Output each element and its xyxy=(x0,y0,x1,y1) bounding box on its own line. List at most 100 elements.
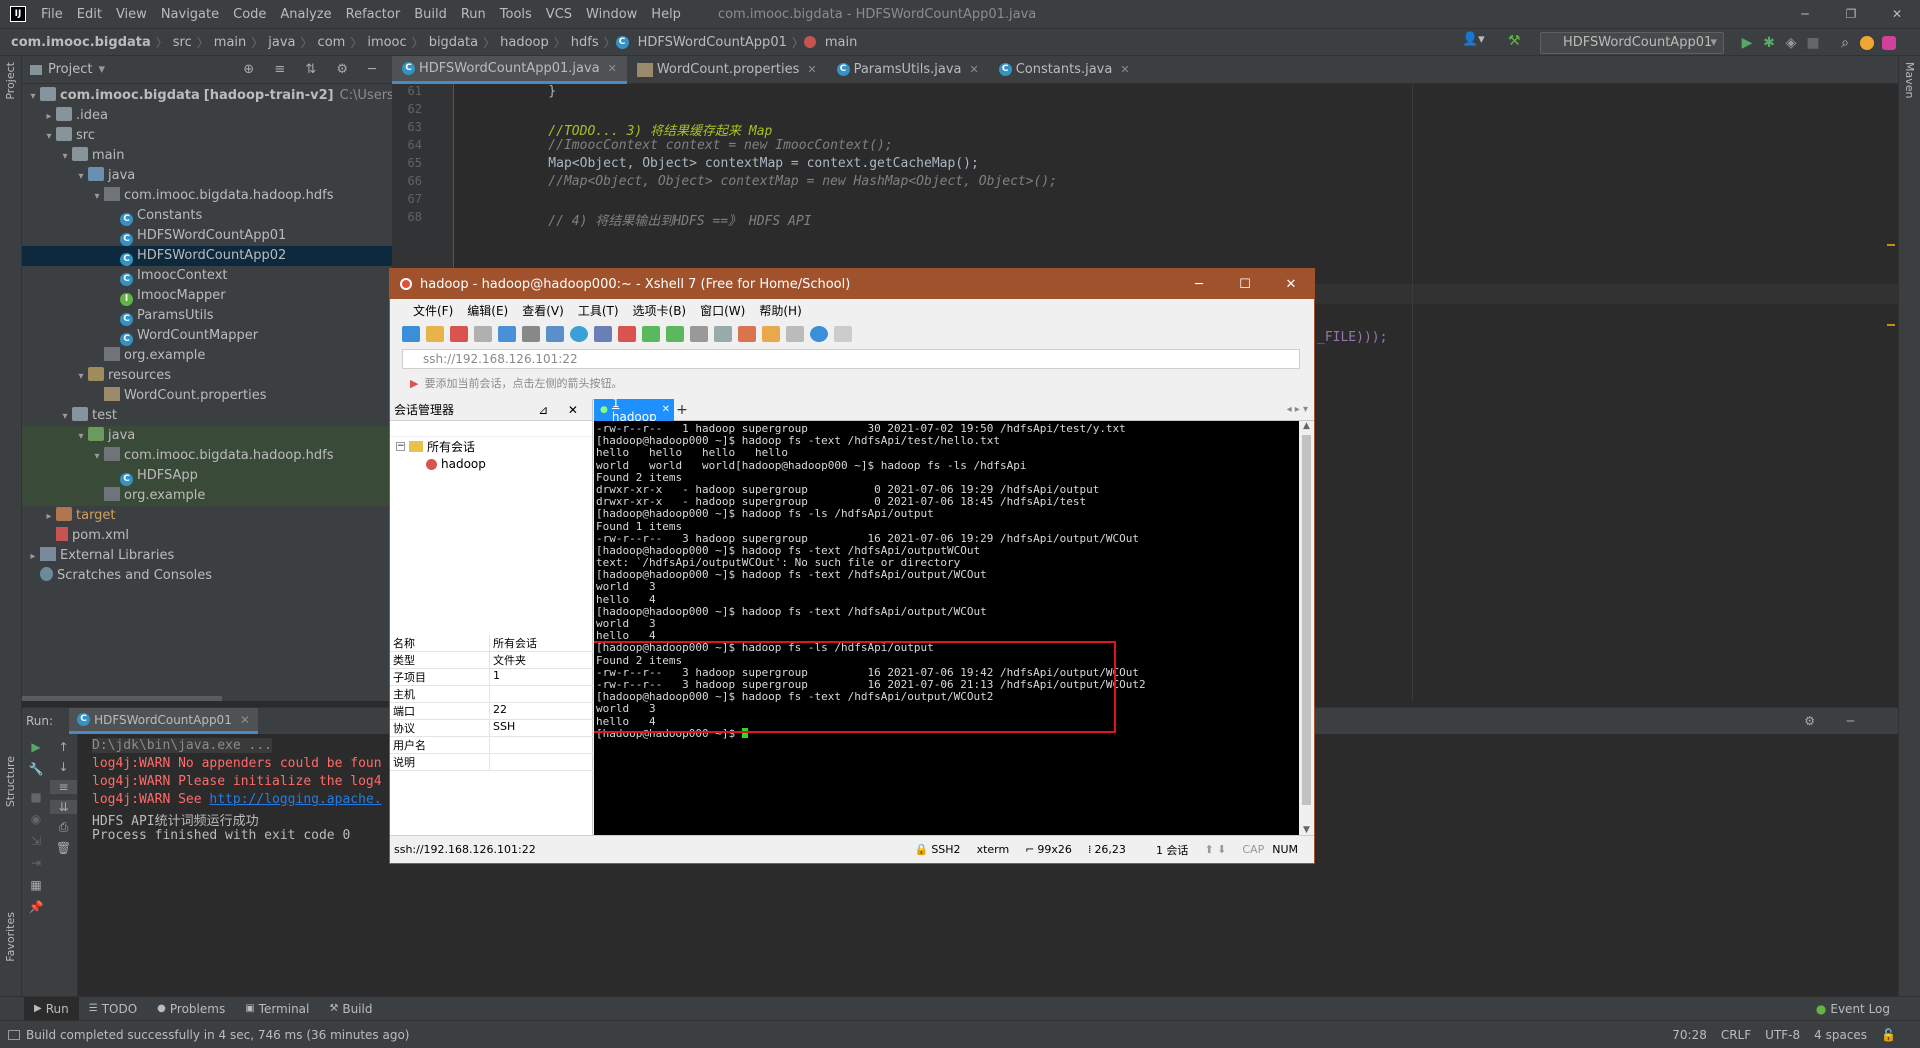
editor-tab[interactable]: C ParamsUtils.java ✕ xyxy=(827,56,989,84)
xshell-title-bar[interactable]: hadoop - hadoop@hadoop000:~ - Xshell 7 (… xyxy=(390,269,1314,299)
help-icon[interactable] xyxy=(810,326,828,342)
breadcrumb-item[interactable]: main xyxy=(820,35,862,50)
expand-arrow-icon[interactable]: ▾ xyxy=(42,127,56,147)
session-manager-controls[interactable]: ⊿ ✕ xyxy=(538,403,586,417)
lock-icon[interactable]: 🔓 xyxy=(1881,1028,1896,1042)
menu-item-navigate[interactable]: Navigate xyxy=(154,7,226,22)
tree-item[interactable]: ▾ main xyxy=(22,146,392,166)
run-tab[interactable]: C HDFSWordCountApp01 ✕ xyxy=(69,708,258,734)
tree-item[interactable]: ▸ External Libraries xyxy=(22,546,392,566)
layout-icon[interactable] xyxy=(546,326,564,342)
xshell-menu-item[interactable]: 选项卡(B) xyxy=(626,302,694,319)
scrollbar-thumb[interactable] xyxy=(1302,435,1311,805)
collapse-icon[interactable]: − xyxy=(396,441,405,451)
expand-arrow-icon[interactable]: ▾ xyxy=(58,407,72,427)
horizontal-scrollbar[interactable] xyxy=(22,696,222,701)
minimize-icon[interactable]: ─ xyxy=(1176,277,1222,292)
close-icon[interactable]: ✕ xyxy=(1874,7,1920,21)
tree-item[interactable]: org.example xyxy=(22,486,392,506)
print-icon[interactable]: ⎙ xyxy=(50,820,77,835)
xshell-menu-item[interactable]: 工具(T) xyxy=(571,302,626,319)
camera-icon[interactable]: ◉ xyxy=(22,812,50,826)
xshell-icon[interactable] xyxy=(618,326,636,342)
tree-item[interactable]: ▾ com.imooc.bigdata.hadoop.hdfs xyxy=(22,186,392,206)
soft-wrap-icon[interactable]: ≡ xyxy=(50,780,77,794)
expand-arrow-icon[interactable]: ▾ xyxy=(90,187,104,207)
tree-item[interactable]: ▾ java xyxy=(22,426,392,446)
globe-icon[interactable] xyxy=(570,326,588,342)
breadcrumb-item[interactable]: hadoop xyxy=(495,35,554,50)
session-search-input[interactable] xyxy=(390,421,592,437)
new-tab-icon[interactable] xyxy=(498,326,516,342)
project-panel-title[interactable]: Project xyxy=(48,62,92,77)
session-item[interactable]: hadoop xyxy=(390,455,592,473)
breadcrumb-item[interactable]: HDFSWordCountApp01 xyxy=(633,35,792,50)
editor-tab[interactable]: WordCount.properties ✕ xyxy=(627,56,827,84)
wrench-icon[interactable]: 🔧 xyxy=(22,762,50,776)
expand-arrow-icon[interactable]: ▾ xyxy=(26,87,40,107)
menu-item-edit[interactable]: Edit xyxy=(70,7,109,22)
expand-arrow-icon[interactable]: ▸ xyxy=(42,507,56,527)
find-icon[interactable] xyxy=(522,326,540,342)
maven-tool-tab[interactable]: Maven xyxy=(1903,62,1916,98)
rerun-icon[interactable]: ▶ xyxy=(22,740,50,754)
ide-logo-icon[interactable] xyxy=(1878,32,1900,54)
vcs-user-icon[interactable]: 👤▾ xyxy=(1462,32,1485,47)
terminal-screen[interactable]: -rw-r--r-- 1 hadoop supergroup 30 2021-0… xyxy=(594,421,1299,835)
xshell-menu-item[interactable]: 编辑(E) xyxy=(460,302,515,319)
line-separator[interactable]: CRLF xyxy=(1721,1028,1751,1042)
xshell-menu-item[interactable]: 文件(F) xyxy=(406,302,460,319)
export-icon[interactable]: ⇲ xyxy=(22,834,50,848)
layout-icon[interactable]: ▦ xyxy=(22,878,50,892)
keyboard-icon[interactable] xyxy=(714,326,732,342)
expand-arrow-icon[interactable]: ▾ xyxy=(58,147,72,167)
new-session-icon[interactable] xyxy=(402,326,420,342)
disconnect-icon[interactable] xyxy=(474,326,492,342)
tree-item[interactable]: ▾ src xyxy=(22,126,392,146)
menu-item-run[interactable]: Run xyxy=(454,7,493,22)
breadcrumb-item[interactable]: imooc xyxy=(362,35,411,50)
tool-tab-build[interactable]: ⚒ Build xyxy=(319,997,382,1021)
xshell-menu-item[interactable]: 帮助(H) xyxy=(752,302,808,319)
scroll-to-end-icon[interactable]: ⇊ xyxy=(50,800,77,814)
structure-tool-tab[interactable]: Structure xyxy=(4,756,17,807)
tool-tab-todo[interactable]: ☰ TODO xyxy=(79,997,147,1021)
tree-item[interactable]: org.example xyxy=(22,346,392,366)
editor-tab[interactable]: C Constants.java ✕ xyxy=(989,56,1140,84)
file-encoding[interactable]: UTF-8 xyxy=(1765,1028,1800,1042)
close-icon[interactable]: ✕ xyxy=(1268,277,1314,292)
trash-icon[interactable]: 🗑 xyxy=(50,841,77,855)
chat-icon[interactable] xyxy=(834,326,852,342)
xftp-icon[interactable] xyxy=(642,326,660,342)
caret-position[interactable]: 70:28 xyxy=(1672,1028,1707,1042)
favorites-tool-tab[interactable]: Favorites xyxy=(4,912,17,962)
menu-item-help[interactable]: Help xyxy=(644,7,688,22)
tool-tab-run[interactable]: ▶ Run xyxy=(24,996,79,1021)
chevron-down-icon[interactable]: ▾ xyxy=(98,62,105,77)
expand-arrow-icon[interactable]: ▸ xyxy=(26,547,40,567)
restore-icon[interactable]: ❐ xyxy=(1828,7,1874,21)
tree-item[interactable]: WordCount.properties xyxy=(22,386,392,406)
pin-icon[interactable]: 📌 xyxy=(22,900,50,914)
expand-arrow-icon[interactable]: ▾ xyxy=(74,167,88,187)
tab-scroll-controls[interactable]: ◂ ▸ ▾ xyxy=(1287,404,1308,415)
tree-item[interactable]: ▸ target xyxy=(22,506,392,526)
open-icon[interactable] xyxy=(426,326,444,342)
tree-item[interactable]: ▸ .idea xyxy=(22,106,392,126)
tree-item[interactable]: ▾ java xyxy=(22,166,392,186)
tree-item[interactable]: C HDFSWordCountApp01 xyxy=(22,226,392,246)
address-input[interactable]: ssh://192.168.126.101:22 xyxy=(402,349,1300,369)
fullscreen-icon[interactable] xyxy=(666,326,684,342)
update-icon[interactable] xyxy=(1856,32,1878,54)
breadcrumb-item[interactable]: main xyxy=(209,35,251,50)
menu-item-file[interactable]: File xyxy=(34,7,70,22)
xshell-menu-item[interactable]: 窗口(W) xyxy=(693,302,752,319)
debug-icon[interactable]: ✱ xyxy=(1758,32,1780,54)
terminal-scrollbar[interactable]: ▲ ▼ xyxy=(1299,421,1314,835)
add-tab-icon[interactable]: + xyxy=(674,402,690,418)
run-icon[interactable]: ▶ xyxy=(1736,32,1758,54)
maximize-icon[interactable]: ☐ xyxy=(1222,277,1268,292)
xshell-menu-item[interactable]: 查看(V) xyxy=(515,302,571,319)
menu-item-code[interactable]: Code xyxy=(226,7,273,22)
run-configuration-select[interactable]: HDFSWordCountApp01 ▾ xyxy=(1540,32,1724,54)
